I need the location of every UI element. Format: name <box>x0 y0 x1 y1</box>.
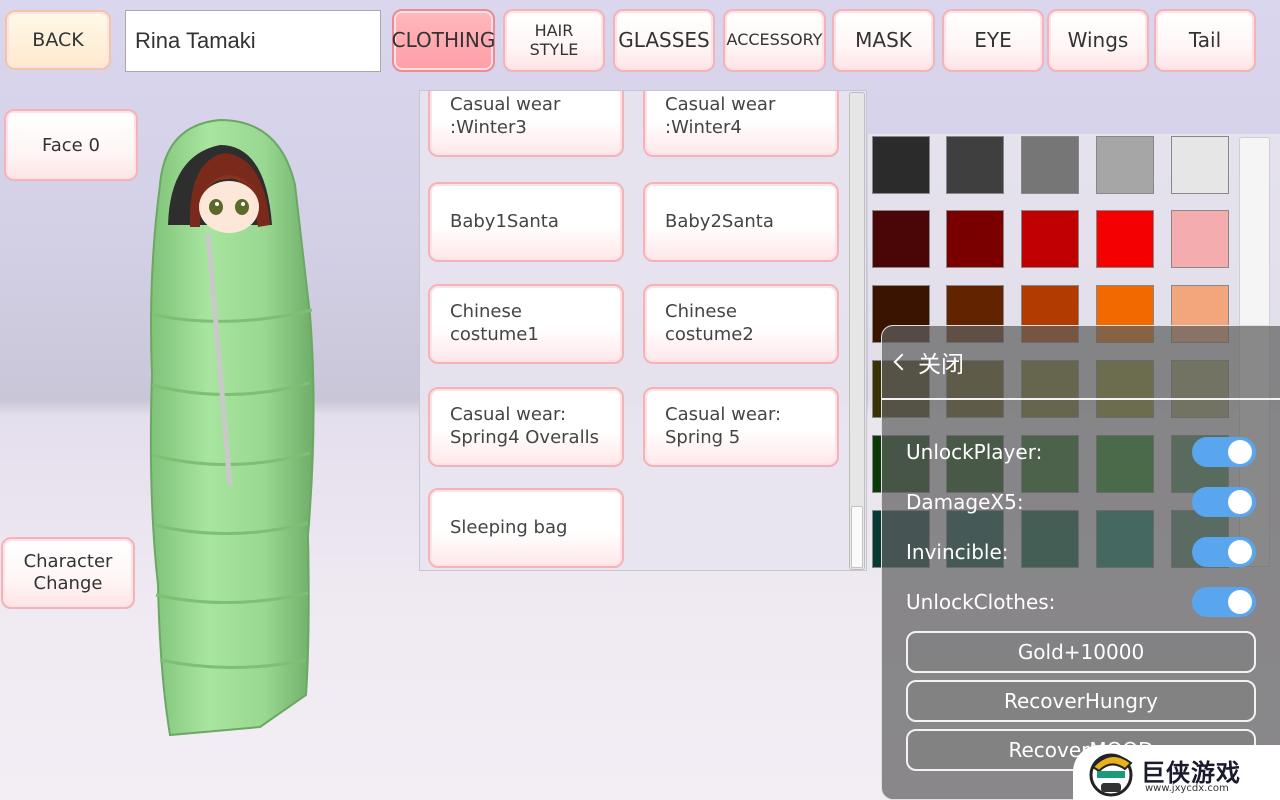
watermark-url: www.jxycdx.com <box>1145 783 1229 794</box>
sleeping-bag-figure-icon <box>149 118 315 737</box>
color-swatch[interactable] <box>872 136 930 194</box>
clothing-list-panel: Casual wear :Winter3 Casual wear :Winter4… <box>419 90 867 571</box>
tab-tail[interactable]: Tail <box>1154 9 1256 72</box>
clothing-item[interactable]: Chinese costume2 <box>643 284 839 364</box>
back-button[interactable]: BACK <box>5 10 111 70</box>
clothing-list-scroll-thumb[interactable] <box>851 506 863 568</box>
chevron-left-icon <box>893 353 911 371</box>
clothing-item[interactable]: Baby1Santa <box>428 182 624 262</box>
color-swatch[interactable] <box>872 210 930 268</box>
close-label: 关闭 <box>918 352 964 378</box>
clothing-item[interactable]: Baby2Santa <box>643 182 839 262</box>
toggle-switch[interactable] <box>1192 437 1256 467</box>
color-swatch[interactable] <box>1171 136 1229 194</box>
watermark: 巨侠游戏 www.jxycdx.com <box>1073 745 1280 800</box>
toggle-switch[interactable] <box>1192 537 1256 567</box>
color-swatch[interactable] <box>1096 210 1154 268</box>
clothing-item[interactable]: Casual wear: Spring4 Overalls <box>428 387 624 467</box>
cheat-menu-close[interactable]: 关闭 <box>882 326 1280 400</box>
unlock-clothes-row: UnlockClothes: <box>906 584 1256 620</box>
toggle-label: DamageX5: <box>906 490 1024 514</box>
damage-x5-row: DamageX5: <box>906 484 1256 520</box>
unlock-player-row: UnlockPlayer: <box>906 434 1256 470</box>
clothing-item[interactable]: Casual wear :Winter4 <box>643 91 839 157</box>
toggle-label: UnlockClothes: <box>906 590 1056 614</box>
cheat-menu-panel: 关闭 UnlockPlayer: DamageX5: Invincible: Unlo… <box>881 325 1280 800</box>
clothing-item[interactable]: Chinese costume1 <box>428 284 624 364</box>
character-change-button[interactable]: Character Change <box>1 537 135 609</box>
gold-10000-button[interactable]: Gold+10000 <box>906 631 1256 673</box>
tab-glasses[interactable]: GLASSES <box>613 9 715 72</box>
tab-clothing[interactable]: CLOTHING <box>392 9 495 72</box>
toggle-label: UnlockPlayer: <box>906 440 1043 464</box>
character-model[interactable] <box>140 115 320 745</box>
clothing-item[interactable]: Casual wear: Spring 5 <box>643 387 839 467</box>
tab-accessory[interactable]: ACCESSORY <box>723 9 826 72</box>
toggle-switch[interactable] <box>1192 587 1256 617</box>
color-swatch[interactable] <box>1096 136 1154 194</box>
color-swatch[interactable] <box>946 136 1004 194</box>
recover-hungry-button[interactable]: RecoverHungry <box>906 680 1256 722</box>
color-swatch[interactable] <box>1021 210 1079 268</box>
toggle-switch[interactable] <box>1192 487 1256 517</box>
color-swatch[interactable] <box>1021 136 1079 194</box>
tab-mask[interactable]: MASK <box>832 9 935 72</box>
clothing-item[interactable]: Casual wear :Winter3 <box>428 91 624 157</box>
face-button[interactable]: Face 0 <box>4 109 138 181</box>
toggle-knob <box>1228 440 1252 464</box>
mascot-logo-icon <box>1089 753 1133 797</box>
color-swatch[interactable] <box>946 210 1004 268</box>
clothing-list-scrollbar[interactable] <box>849 92 865 570</box>
tab-wings[interactable]: Wings <box>1047 9 1149 72</box>
invincible-row: Invincible: <box>906 534 1256 570</box>
toggle-label: Invincible: <box>906 540 1009 564</box>
color-swatch[interactable] <box>1171 210 1229 268</box>
tab-eye[interactable]: EYE <box>942 9 1044 72</box>
toggle-knob <box>1228 540 1252 564</box>
clothing-item[interactable]: Sleeping bag <box>428 488 624 568</box>
toggle-knob <box>1228 590 1252 614</box>
toggle-knob <box>1228 490 1252 514</box>
tab-hair-style[interactable]: HAIR STYLE <box>503 9 605 72</box>
character-name-input[interactable]: Rina Tamaki <box>125 10 381 72</box>
